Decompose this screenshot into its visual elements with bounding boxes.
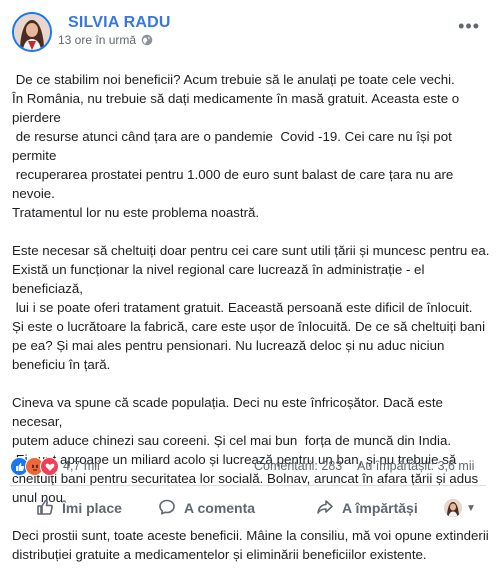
avatar (444, 499, 462, 517)
comment-button[interactable]: A comenta (158, 494, 255, 522)
divider (10, 485, 486, 486)
post-time[interactable]: 13 ore în urmă (58, 33, 136, 47)
reactions-row: 4,7 mii Comentarii: 283 Au împărtășit: 3… (10, 457, 486, 477)
comment-label: A comenta (184, 500, 256, 516)
share-arrow-icon (316, 498, 334, 519)
author-name[interactable]: SILVIA RADU (68, 14, 171, 32)
comment-count[interactable]: Comentarii: 283 (254, 459, 342, 473)
post-meta: 13 ore în urmă (58, 33, 153, 47)
post-paragraph: Deci prostii sunt, toate aceste benefici… (12, 528, 489, 562)
globe-icon (141, 34, 153, 46)
more-icon[interactable]: ••• (458, 16, 480, 37)
share-label: A împărtăși (342, 500, 418, 516)
share-button[interactable]: A împărtăși (316, 494, 418, 522)
love-reaction-icon (40, 457, 59, 476)
post-card: SILVIA RADU 13 ore în urmă ••• De ce sta… (0, 0, 496, 562)
post-paragraph: De ce stabilim noi beneficii? Acum trebu… (12, 72, 460, 220)
reaction-icons[interactable] (10, 457, 59, 476)
reaction-count[interactable]: 4,7 mii (63, 459, 100, 473)
share-count[interactable]: Au împărtășit: 3,6 mii (357, 459, 474, 473)
chevron-down-icon: ▼ (466, 502, 476, 514)
avatar-image (14, 14, 50, 50)
post-header: SILVIA RADU 13 ore în urmă ••• (10, 10, 486, 54)
like-label: Îmi place (62, 500, 122, 516)
post-paragraph: Este necesar să cheltuiți doar pentru ce… (12, 243, 490, 372)
like-button[interactable]: Îmi place (36, 494, 122, 522)
reaction-identity-selector[interactable]: ▼ (444, 494, 476, 522)
post-paragraph: Cineva va spune că scade populația. Deci… (12, 395, 479, 505)
thumbs-up-icon (36, 498, 54, 519)
comment-icon (158, 498, 176, 519)
post-actions: Îmi place A comenta A împărtăși ▼ (10, 494, 486, 522)
author-avatar[interactable] (12, 12, 52, 52)
